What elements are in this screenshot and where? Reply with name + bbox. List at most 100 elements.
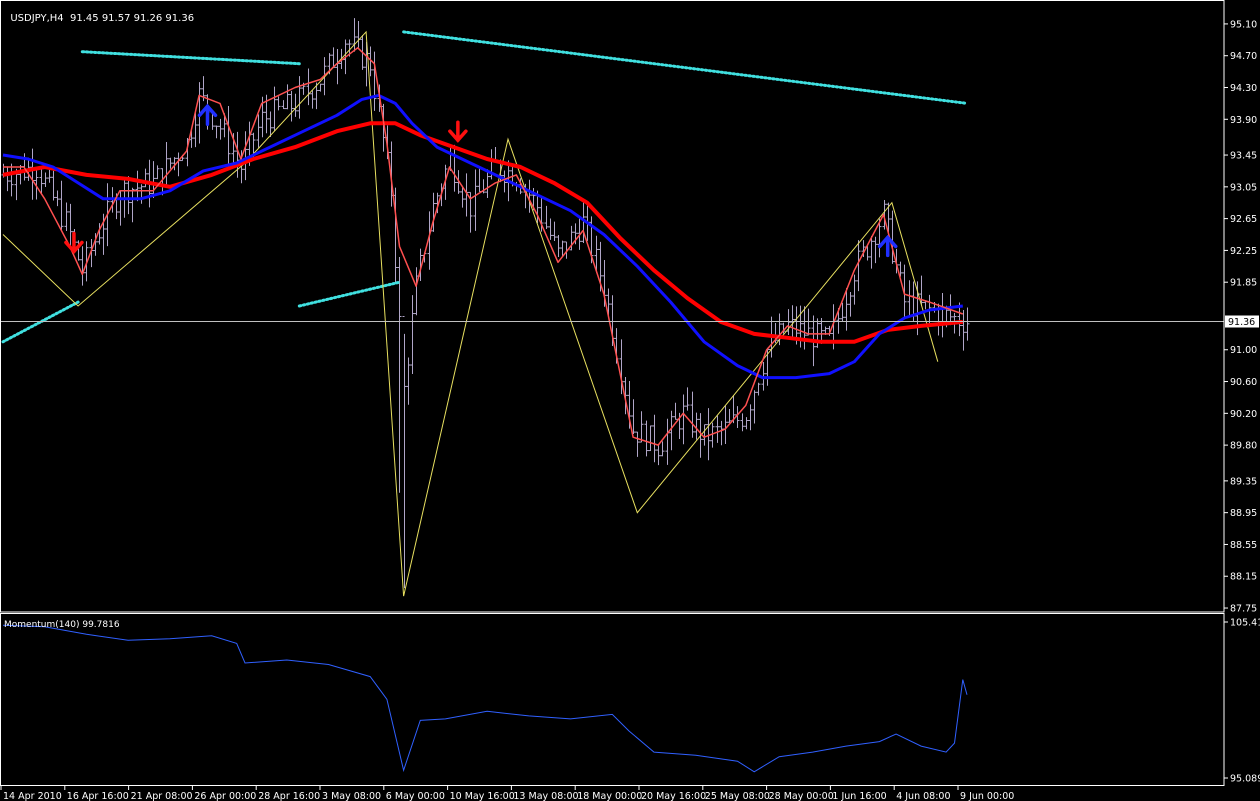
- price-bar: [748, 404, 753, 431]
- price-bar: [164, 142, 169, 188]
- price-tick-label: 93.90: [1230, 115, 1257, 126]
- price-bar: [372, 51, 377, 111]
- price-bar: [648, 425, 653, 452]
- price-bar: [176, 152, 181, 177]
- price-bar: [477, 168, 482, 193]
- price-bar: [485, 169, 490, 199]
- price-bar: [786, 309, 791, 336]
- price-tick-label: 88.55: [1230, 540, 1257, 551]
- indicator-tick-label: 95.0892: [1230, 774, 1260, 785]
- price-tick-label: 94.30: [1230, 83, 1257, 94]
- zigzag-line: [2, 30, 939, 597]
- price-bar: [719, 420, 724, 446]
- price-bar: [130, 187, 135, 223]
- price-bar: [681, 394, 686, 445]
- price-bar: [135, 170, 140, 202]
- arrow-up-icon: [197, 103, 218, 127]
- price-bar: [30, 148, 35, 200]
- price-bar: [51, 170, 56, 201]
- momentum-indicator-pane[interactable]: [2, 624, 968, 773]
- price-tick-label: 90.20: [1230, 409, 1257, 420]
- price-bar: [226, 106, 231, 167]
- price-bar: [907, 280, 912, 316]
- price-bar: [715, 415, 720, 443]
- time-tick-label: 20 May 16:00: [641, 791, 706, 801]
- price-bar: [243, 131, 248, 181]
- price-tick-label: 94.70: [1230, 51, 1257, 62]
- price-bar: [256, 114, 261, 148]
- time-tick-label: 21 Apr 08:00: [131, 791, 193, 801]
- price-bar: [414, 267, 419, 316]
- price-bar: [410, 295, 415, 374]
- price-bar: [155, 165, 160, 180]
- price-bar: [452, 144, 457, 192]
- time-tick-label: 13 May 08:00: [513, 791, 578, 801]
- price-tick-label: 89.80: [1230, 441, 1257, 452]
- main-chart-pane[interactable]: [0, 18, 1224, 597]
- price-bar: [744, 417, 749, 430]
- price-bar: [318, 83, 323, 92]
- price-bar: [168, 157, 173, 169]
- price-bar: [55, 190, 60, 207]
- price-bar: [47, 168, 52, 183]
- price-bar: [644, 420, 649, 457]
- price-tick-label: 90.60: [1230, 377, 1257, 388]
- chart-axes: 95.10 94.70 94.30 93.90 93.45 93.05 92.65 92.25…: [0, 0, 1260, 801]
- price-tick-label: 91.85: [1230, 278, 1257, 289]
- price-bar: [9, 163, 14, 197]
- price-bar: [656, 445, 661, 466]
- moving-average-slow: [2, 121, 963, 344]
- price-bar: [272, 86, 277, 131]
- price-bar: [281, 100, 286, 110]
- price-bar: [18, 165, 23, 185]
- price-bar: [848, 291, 853, 317]
- price-bar: [802, 306, 807, 350]
- price-bar: [68, 203, 73, 247]
- price-bar: [473, 169, 478, 231]
- price-bar: [556, 235, 561, 258]
- trendline-dotted: [80, 50, 301, 66]
- price-bar: [151, 161, 156, 199]
- current-price-label: 91.36: [1228, 317, 1255, 328]
- price-bar: [310, 90, 315, 109]
- time-tick-label: 10 May 16:00: [450, 791, 515, 801]
- price-bar: [218, 118, 223, 140]
- indicator-label: Momentum(140) 99.7816: [4, 620, 120, 630]
- price-bar: [923, 301, 928, 310]
- indicator-pane-border: [0, 613, 1225, 786]
- price-tick-label: 92.25: [1230, 246, 1257, 257]
- time-tick-label: 25 May 08:00: [705, 791, 770, 801]
- price-tick-label: 93.45: [1230, 151, 1257, 162]
- price-bar: [552, 221, 557, 242]
- ohlc-values: 91.45 91.57 91.26 91.36: [70, 13, 195, 24]
- price-bar: [293, 93, 298, 117]
- time-tick-label: 28 May 00:00: [769, 791, 834, 801]
- price-tick-label: 88.95: [1230, 508, 1257, 519]
- trendline-dotted: [402, 30, 969, 105]
- price-bar: [665, 418, 670, 465]
- price-bar: [59, 180, 64, 232]
- time-tick-label: 28 Apr 16:00: [258, 791, 320, 801]
- price-bar: [961, 310, 966, 351]
- time-tick-label: 6 May 00:00: [386, 791, 445, 801]
- time-tick-label: 18 May 00:00: [577, 791, 642, 801]
- price-bar: [548, 218, 553, 240]
- price-bar: [402, 315, 407, 589]
- time-tick-label: 1 Jun 16:00: [832, 791, 886, 801]
- price-bar: [660, 441, 665, 457]
- price-bar: [139, 184, 144, 204]
- price-bar: [685, 387, 690, 411]
- price-bar: [752, 390, 757, 424]
- price-bar: [64, 202, 69, 232]
- price-bar: [126, 176, 131, 215]
- momentum-line: [2, 624, 968, 773]
- price-bar: [43, 172, 48, 187]
- price-tick-label: 92.65: [1230, 214, 1257, 225]
- price-bar: [740, 413, 745, 432]
- time-tick-label: 26 Apr 00:00: [194, 791, 256, 801]
- arrow-down-icon: [448, 120, 468, 143]
- price-bar: [756, 382, 761, 396]
- price-bar: [118, 190, 123, 226]
- time-tick-label: 16 Apr 16:00: [67, 791, 129, 801]
- indicator-tick-label: 105.413: [1230, 618, 1260, 629]
